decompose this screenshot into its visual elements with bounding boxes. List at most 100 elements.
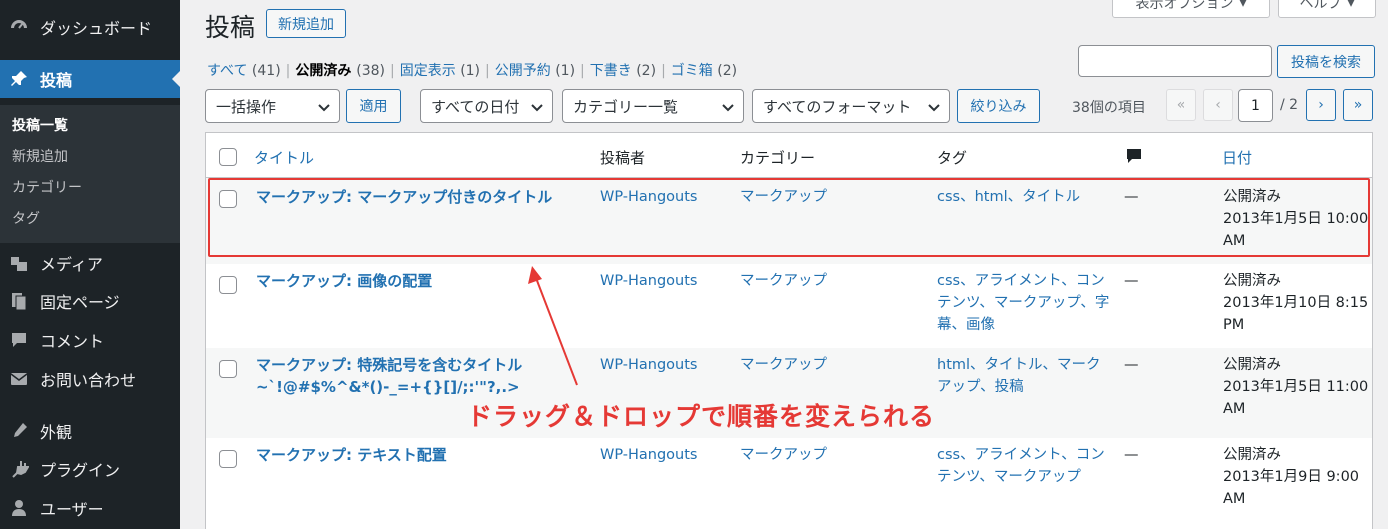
screen-options-label: 表示オプション: [1135, 0, 1234, 12]
drag-highlight-box: [208, 178, 1370, 257]
total-pages: / 2: [1280, 97, 1299, 113]
menu-comments[interactable]: コメント: [0, 321, 180, 359]
post-status: 公開済み: [1223, 357, 1281, 373]
author-link[interactable]: WP-Hangouts: [600, 444, 697, 466]
column-author-header: 投稿者: [600, 149, 646, 167]
search-input[interactable]: [1078, 45, 1272, 77]
menu-label: メディア: [40, 255, 103, 274]
separator: |: [390, 63, 395, 79]
menu-label: コメント: [40, 332, 105, 351]
current-page-input[interactable]: 1: [1238, 89, 1273, 122]
menu-label: お問い合わせ: [40, 371, 137, 390]
post-status-filters: すべて (41) | 公開済み (38) | 固定表示 (1) | 公開予約 (1) | 下書き…: [207, 60, 737, 80]
table-row[interactable]: マークアップ: 画像の配置 WP-Hangouts マークアップ css、アライ…: [206, 264, 1372, 348]
tags-links-line2[interactable]: アップ、投稿: [937, 376, 1024, 398]
separator: |: [580, 63, 585, 79]
category-link[interactable]: マークアップ: [740, 444, 827, 466]
menu-appearance[interactable]: 外観: [0, 412, 180, 450]
filter-button[interactable]: 絞り込み: [957, 89, 1040, 123]
post-status: 公開済み: [1223, 273, 1281, 289]
items-count: 38個の項目: [1072, 100, 1146, 116]
category-link[interactable]: マークアップ: [740, 354, 827, 376]
post-date: 2013年1月9日 9:00: [1223, 469, 1360, 485]
menu-plugins[interactable]: プラグイン: [0, 450, 180, 488]
posts-submenu: 投稿一覧 新規追加 カテゴリー タグ: [0, 105, 180, 243]
submenu-add-new[interactable]: 新規追加: [12, 146, 68, 166]
column-category-header: カテゴリー: [740, 149, 816, 167]
appearance-icon: [9, 421, 29, 441]
menu-label: 固定ページ: [40, 293, 120, 312]
post-time: AM: [1223, 401, 1246, 417]
view-scheduled[interactable]: 公開予約 (1): [495, 63, 575, 79]
submenu-all-posts[interactable]: 投稿一覧: [12, 115, 68, 135]
apply-button[interactable]: 適用: [346, 89, 401, 123]
tags-links[interactable]: css、アライメント、コン: [937, 270, 1105, 292]
tags-links[interactable]: css、アライメント、コン: [937, 444, 1105, 466]
select-all-checkbox[interactable]: [219, 148, 237, 166]
separator: |: [285, 63, 291, 79]
view-all[interactable]: すべて (41): [207, 63, 281, 79]
add-new-post-button[interactable]: 新規追加: [266, 9, 346, 38]
screen-options-button[interactable]: 表示オプション ▾: [1112, 0, 1270, 18]
author-link[interactable]: WP-Hangouts: [600, 354, 697, 376]
menu-dashboard[interactable]: ダッシュボード: [0, 8, 180, 46]
post-title-link[interactable]: マークアップ: 画像の配置: [256, 270, 432, 292]
view-sticky[interactable]: 固定表示 (1): [400, 63, 480, 79]
mail-icon: [9, 369, 29, 389]
column-date-header[interactable]: 日付: [1222, 147, 1252, 168]
chevron-down-icon: [318, 104, 330, 112]
post-status: 公開済み: [1223, 447, 1281, 463]
search-posts-button[interactable]: 投稿を検索: [1277, 45, 1375, 78]
view-published[interactable]: 公開済み (38): [295, 63, 385, 79]
separator: |: [661, 63, 666, 79]
row-checkbox[interactable]: [219, 360, 237, 378]
post-date: 2013年1月5日 11:00: [1223, 379, 1369, 395]
post-title-link[interactable]: マークアップ: 特殊記号を含むタイトル: [256, 354, 522, 376]
view-trash[interactable]: ゴミ箱 (2): [671, 63, 737, 79]
comment-count: —: [1124, 357, 1139, 373]
menu-media[interactable]: メディア: [0, 244, 180, 282]
menu-posts[interactable]: 投稿: [0, 60, 180, 98]
next-page-button[interactable]: ›: [1306, 89, 1336, 121]
pages-icon: [9, 291, 29, 311]
bulk-action-select[interactable]: 一括操作: [205, 89, 340, 123]
author-link[interactable]: WP-Hangouts: [600, 270, 697, 292]
format-filter-select[interactable]: すべてのフォーマット: [752, 89, 950, 123]
comment-count: —: [1124, 447, 1139, 463]
table-row[interactable]: マークアップ: テキスト配置 WP-Hangouts マークアップ css、アラ…: [206, 438, 1372, 528]
category-link[interactable]: マークアップ: [740, 270, 827, 292]
post-title-link[interactable]: マークアップ: テキスト配置: [256, 444, 447, 466]
menu-users[interactable]: ユーザー: [0, 489, 180, 527]
page-title: 投稿: [205, 13, 256, 42]
help-label: ヘルプ: [1299, 0, 1342, 12]
column-title-header[interactable]: タイトル: [254, 147, 314, 168]
plugin-icon: [9, 459, 29, 479]
menu-contact[interactable]: お問い合わせ: [0, 360, 180, 398]
admin-sidebar: ダッシュボード 投稿 投稿一覧 新規追加 カテゴリー タグ メディア 固定ページ…: [0, 0, 180, 529]
category-filter-select[interactable]: カテゴリー一覧: [562, 89, 744, 123]
submenu-tags[interactable]: タグ: [12, 208, 40, 228]
tags-links-line3[interactable]: 幕、画像: [937, 314, 995, 336]
post-title-link-line2[interactable]: ~`!@#$%^&*()-_=+{}[]/;:'"?,.>: [256, 376, 520, 398]
date-filter-select[interactable]: すべての日付: [420, 89, 553, 123]
category-filter-value: カテゴリー一覧: [573, 97, 679, 116]
prev-page-button[interactable]: ‹: [1203, 89, 1233, 121]
comment-bubble-icon[interactable]: [1125, 147, 1143, 169]
format-filter-value: すべてのフォーマット: [763, 97, 912, 116]
submenu-categories[interactable]: カテゴリー: [12, 177, 82, 197]
last-page-button[interactable]: »: [1343, 89, 1373, 121]
caret-down-icon: ▾: [1239, 0, 1247, 11]
row-checkbox[interactable]: [219, 450, 237, 468]
view-drafts[interactable]: 下書き (2): [590, 63, 656, 79]
tags-links-line2[interactable]: テンツ、マークアップ: [937, 466, 1081, 488]
first-page-button[interactable]: «: [1166, 89, 1196, 121]
row-checkbox[interactable]: [219, 276, 237, 294]
dashboard-icon: [9, 17, 29, 37]
tags-links[interactable]: html、タイトル、マーク: [937, 354, 1101, 376]
caret-down-icon: ▾: [1347, 0, 1355, 11]
menu-pages[interactable]: 固定ページ: [0, 282, 180, 320]
chevron-down-icon: [531, 104, 543, 112]
tags-links-line2[interactable]: テンツ、マークアップ、字: [937, 292, 1109, 314]
help-button[interactable]: ヘルプ ▾: [1278, 0, 1376, 18]
comment-icon: [9, 330, 29, 350]
